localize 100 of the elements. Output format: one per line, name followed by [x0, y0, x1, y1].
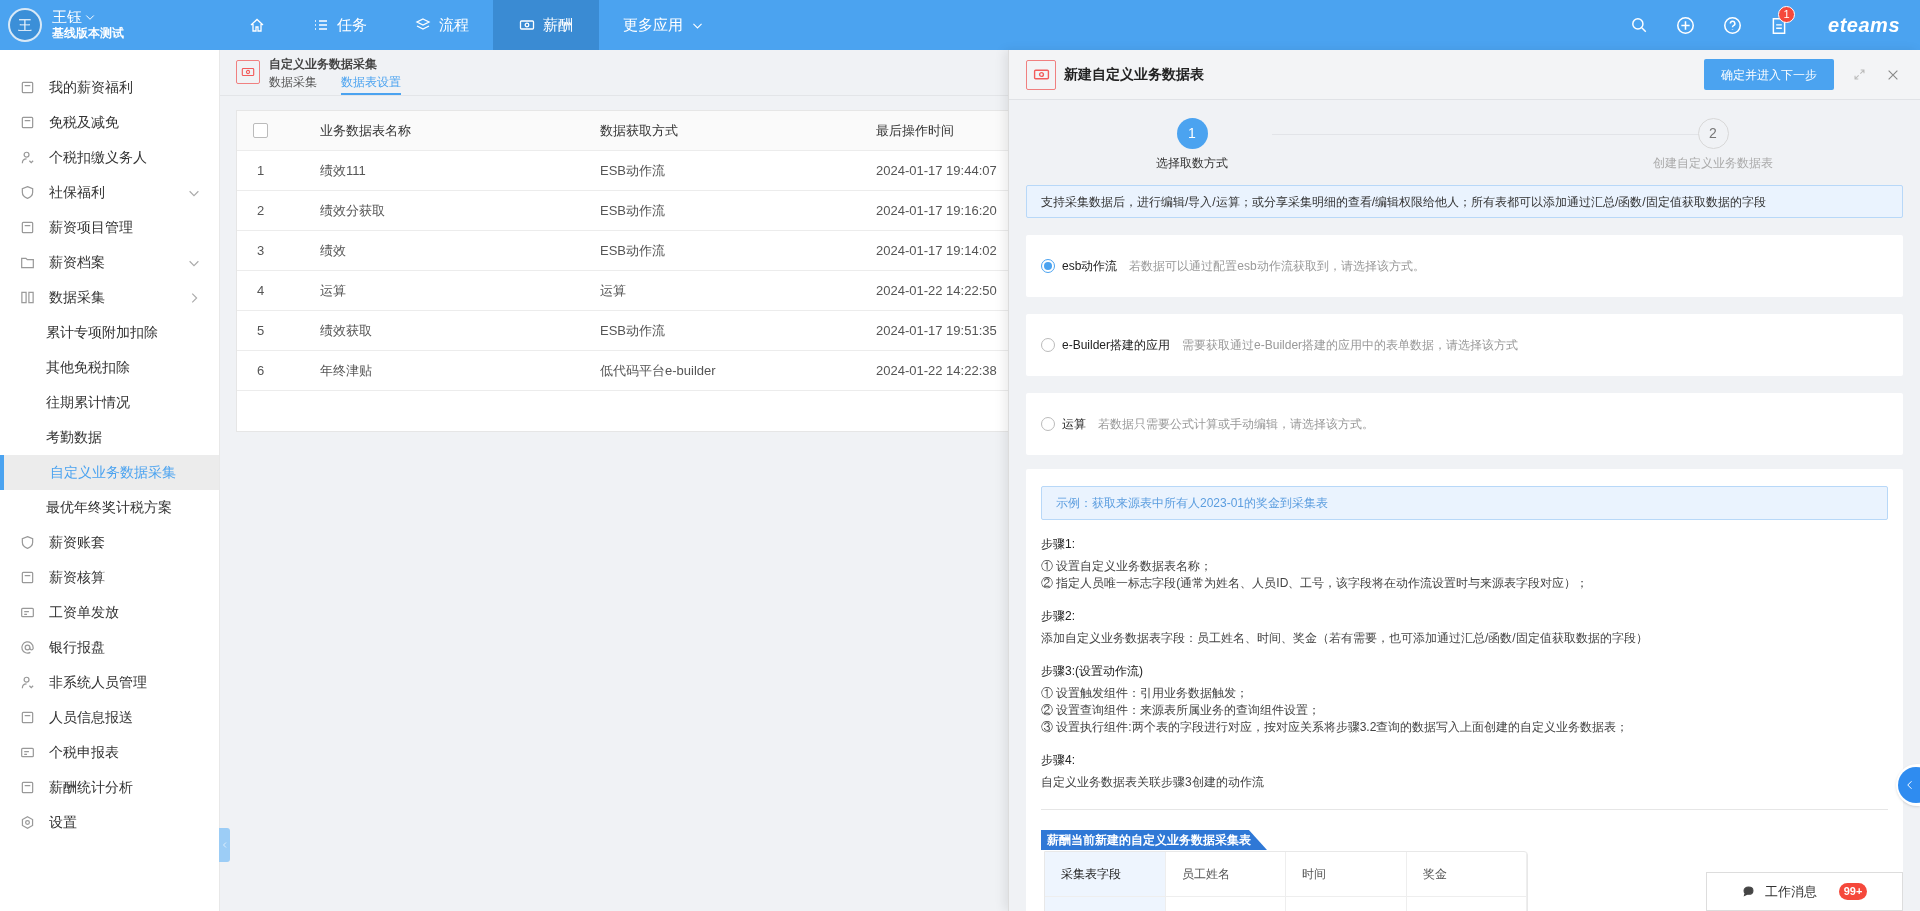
- table-cell: 2024-01-22 14:22:50: [876, 282, 997, 298]
- sidebar-item[interactable]: 薪资账套: [0, 525, 219, 560]
- step-heading: 步骤3:(设置动作流): [1041, 663, 1144, 680]
- table-title-ribbon: 薪酬当前新建的自定义业务数据采集表: [1041, 830, 1267, 850]
- table-cell: 绩效111: [320, 162, 366, 178]
- table-cell: ESB动作流: [600, 162, 665, 178]
- sidebar-item[interactable]: 免税及减免: [0, 105, 219, 140]
- step-text: ① 设置自定义业务数据表名称；: [1041, 558, 1214, 575]
- table-cell: 1: [257, 162, 265, 178]
- table-cell: 4: [257, 282, 265, 298]
- example-banner: 示例：获取来源表中所有人2023-01的奖金到采集表: [1041, 486, 1888, 520]
- sidebar-item[interactable]: 我的薪资福利: [0, 70, 219, 105]
- step-number: 2: [1697, 118, 1729, 149]
- column-header: 员工姓名: [1181, 866, 1230, 883]
- grid-icon: [20, 290, 35, 305]
- box-icon: [20, 570, 35, 585]
- table-cell: 2: [257, 202, 265, 218]
- work-messages-button[interactable]: 工作消息 99+: [1706, 872, 1903, 911]
- search-icon[interactable]: [1630, 16, 1649, 34]
- step-label: 选择取数方式: [1156, 155, 1228, 172]
- sidebar-item[interactable]: 薪资核算: [0, 560, 219, 595]
- step-text: ③ 设置执行组件:两个表的字段进行对应，按对应关系将步骤3.2查询的数据写入上面创建的自定义业务数据表；: [1041, 719, 1630, 736]
- step-number: 1: [1176, 118, 1208, 149]
- plus-icon[interactable]: [1676, 15, 1696, 35]
- column-header: 时间: [1302, 866, 1326, 883]
- option-description: 需要获取通过e-Builder搭建的应用中的表单数据，请选择该方式: [1182, 337, 1519, 354]
- person-icon: [20, 150, 35, 165]
- page-title: 自定义业务数据采集: [269, 56, 378, 72]
- page-tab[interactable]: 数据采集: [269, 74, 317, 95]
- help-icon[interactable]: [1723, 15, 1743, 35]
- step-text: 添加自定义业务数据表字段：员工姓名、时间、奖金（若有需要，也可添加通过汇总/函数/固定值获取数据的字段）: [1041, 630, 1649, 647]
- table-cell: 运算: [320, 282, 346, 298]
- sidebar-item[interactable]: 薪酬统计分析: [0, 770, 219, 805]
- message-count-badge: 99+: [1838, 883, 1868, 900]
- banknote-icon: [241, 65, 255, 79]
- collapse-handle[interactable]: [219, 828, 230, 862]
- nav-tab[interactable]: 薪酬: [493, 0, 599, 50]
- chat-bubble-icon: [1741, 885, 1755, 898]
- table-cell: 低代码平台e-builder: [600, 362, 716, 378]
- person-icon: [20, 675, 35, 690]
- column-header: 数据获取方式: [600, 122, 678, 138]
- table-cell: 6: [257, 362, 265, 378]
- table-cell: ESB动作流: [600, 242, 665, 258]
- home-icon: [249, 17, 265, 33]
- sidebar-item[interactable]: 其他免税扣除: [0, 350, 219, 385]
- shield-icon: [20, 185, 35, 200]
- table-cell: 2024-01-22 14:22:38: [876, 362, 997, 378]
- box-icon: [20, 115, 35, 130]
- table-cell: 运算: [600, 282, 626, 298]
- step-heading: 步骤1:: [1041, 536, 1076, 553]
- table-cell: 2024-01-17 19:44:07: [876, 162, 997, 178]
- info-banner: 支持采集数据后，进行编辑/导入/运算；或分享采集明细的查看/编辑权限给他人；所有表都可以添加通过汇总/函数/固定值获取数据的字段: [1026, 185, 1903, 218]
- banknote-icon: [519, 17, 535, 33]
- option-card[interactable]: e-Builder搭建的应用 需要获取通过e-Builder搭建的应用中的表单数据，请选择该方式: [1026, 314, 1903, 376]
- card-icon: [20, 605, 35, 620]
- sidebar-item[interactable]: 最优年终奖计税方案: [0, 490, 219, 525]
- option-card[interactable]: 运算 若数据只需要公式计算或手动编辑，请选择该方式。: [1026, 393, 1903, 455]
- expand-icon[interactable]: [1853, 68, 1866, 81]
- sidebar-item[interactable]: 非系统人员管理: [0, 665, 219, 700]
- chevron-left-icon: [220, 841, 229, 849]
- sidebar-item[interactable]: 银行报盘: [0, 630, 219, 665]
- table-cell: 2024-01-17 19:14:02: [876, 242, 997, 258]
- drawer-title: 新建自定义业务数据表: [1064, 65, 1204, 84]
- sidebar-item[interactable]: 数据采集: [0, 280, 219, 315]
- sidebar-item[interactable]: 个税扣缴义务人: [0, 140, 219, 175]
- column-header: 奖金: [1422, 866, 1447, 883]
- column-header: 采集表字段: [1061, 866, 1121, 883]
- sidebar-item[interactable]: 社保福利: [0, 175, 219, 210]
- at-sign-icon: [20, 640, 35, 655]
- step-text: ① 设置触发组件：引用业务数据触发；: [1041, 685, 1250, 702]
- box-icon: [20, 220, 35, 235]
- table-cell: 2024-01-17 19:16:20: [876, 202, 997, 218]
- table-cell: ESB动作流: [600, 322, 665, 338]
- notification-badge: 1: [1778, 6, 1796, 23]
- step-heading: 步骤2:: [1041, 608, 1076, 625]
- sidebar-item[interactable]: 个税申报表: [0, 735, 219, 770]
- sidebar-item[interactable]: 工资单发放: [0, 595, 219, 630]
- sidebar-item[interactable]: 人员信息报送: [0, 700, 219, 735]
- table-cell: 年终津贴: [320, 362, 372, 378]
- column-header: 业务数据表名称: [320, 122, 411, 138]
- list-icon: [313, 17, 329, 33]
- box-icon: [20, 80, 35, 95]
- step-text: ② 指定人员唯一标志字段(通常为姓名、人员ID、工号，该字段将在动作流设置时与来源表字段对应）；: [1041, 575, 1590, 592]
- table-cell: 2024-01-17 19:51:35: [876, 322, 997, 338]
- table-cell: 3: [257, 242, 265, 258]
- select-all-checkbox[interactable]: [253, 123, 268, 138]
- sidebar-item[interactable]: 薪资档案: [0, 245, 219, 280]
- option-card[interactable]: esb动作流 若数据可以通过配置esb动作流获取到，请选择该方式。: [1026, 235, 1903, 297]
- folder-icon: [20, 255, 35, 270]
- sidebar-item[interactable]: 往期累计情况: [0, 385, 219, 420]
- step-label: 创建自定义业务数据表: [1653, 155, 1773, 172]
- option-description: 若数据可以通过配置esb动作流获取到，请选择该方式。: [1129, 258, 1425, 275]
- table-cell: 绩效: [320, 242, 346, 258]
- sidebar-item[interactable]: 考勤数据: [0, 420, 219, 455]
- gear-icon: [20, 815, 35, 830]
- sidebar-item[interactable]: 设置: [0, 805, 219, 840]
- sidebar-item[interactable]: 累计专项附加扣除: [0, 315, 219, 350]
- sidebar-item[interactable]: 薪资项目管理: [0, 210, 219, 245]
- column-header: 最后操作时间: [876, 122, 954, 138]
- shield-icon: [20, 535, 35, 550]
